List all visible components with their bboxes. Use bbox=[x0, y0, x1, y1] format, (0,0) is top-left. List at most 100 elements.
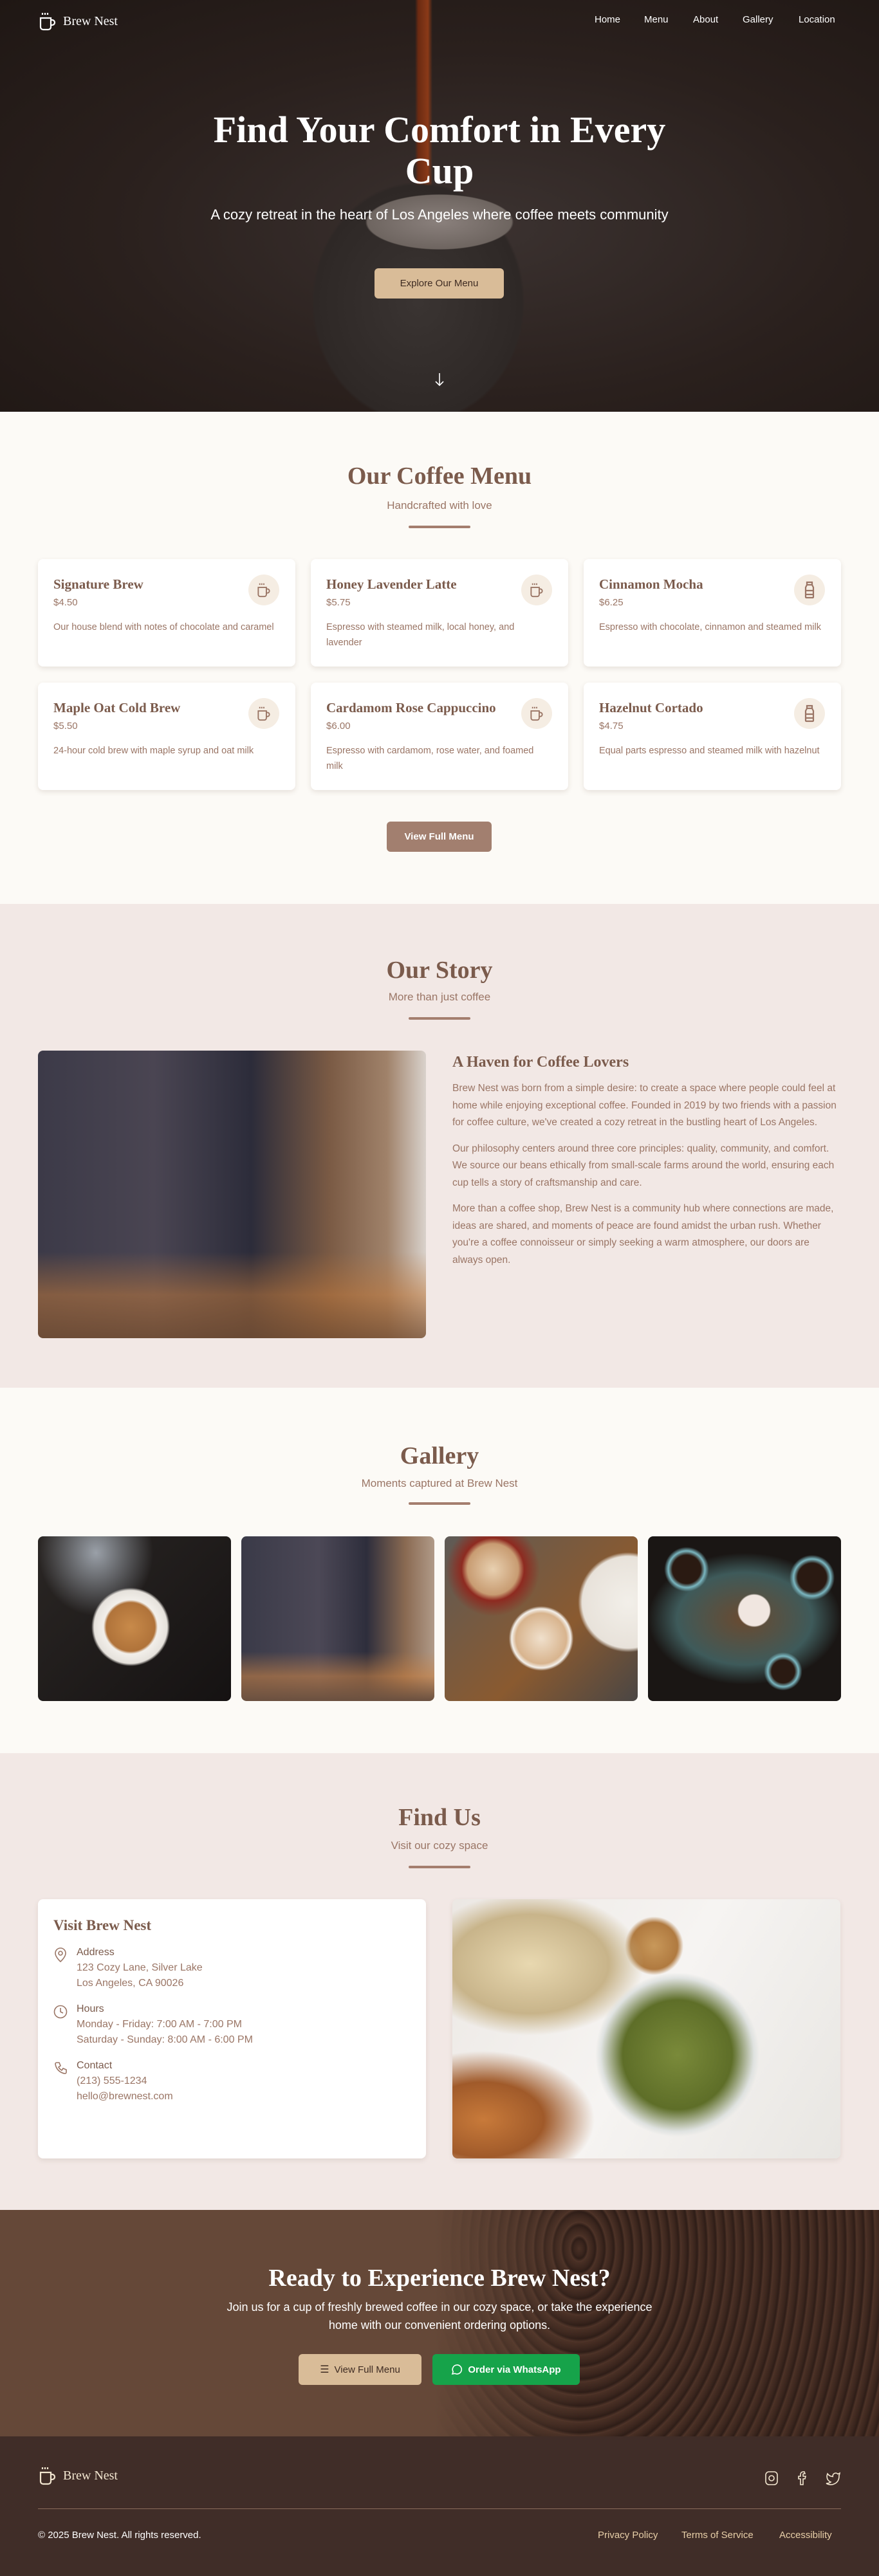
item-price: $4.50 bbox=[53, 597, 78, 608]
menu-card[interactable]: Cinnamon Mocha $6.25 Espresso with choco… bbox=[584, 559, 841, 667]
hours-line: Saturday - Sunday: 8:00 AM - 6:00 PM bbox=[77, 2034, 253, 2045]
cafe-storefront-image bbox=[38, 1051, 426, 1338]
terms-link[interactable]: Terms of Service bbox=[681, 2530, 754, 2541]
story-paragraph: Our philosophy centers around three core… bbox=[452, 1143, 835, 1188]
address-line: 123 Cozy Lane, Silver Lake bbox=[77, 1962, 203, 1973]
logo[interactable]: Brew Nest bbox=[39, 12, 118, 31]
item-name: Hazelnut Cortado bbox=[599, 700, 703, 715]
gallery-image-latte-art[interactable] bbox=[38, 1536, 231, 1701]
whatsapp-icon bbox=[452, 2364, 463, 2375]
card-title: Visit Brew Nest bbox=[53, 1917, 152, 1933]
item-price: $6.25 bbox=[599, 597, 624, 608]
section-title: Our Story bbox=[386, 957, 493, 984]
menu-card[interactable]: Cardamom Rose Cappuccino $6.00 Espresso … bbox=[311, 683, 568, 790]
nav-about[interactable]: About bbox=[693, 14, 718, 25]
gallery-image-cappuccinos[interactable] bbox=[445, 1536, 638, 1701]
menu-lines-icon: ☰ bbox=[320, 2364, 329, 2375]
explore-menu-button[interactable]: Explore Our Menu bbox=[375, 268, 504, 299]
item-description: Espresso with cardamom, rose water, and … bbox=[326, 746, 534, 771]
menu-card[interactable]: Signature Brew $4.50 Our house blend wit… bbox=[38, 559, 295, 667]
order-whatsapp-button[interactable]: Order via WhatsApp bbox=[432, 2354, 580, 2385]
facebook-icon[interactable] bbox=[797, 2470, 808, 2486]
contact-label: Contact bbox=[77, 2060, 113, 2071]
phone-number[interactable]: (213) 555-1234 bbox=[77, 2075, 147, 2087]
twitter-icon[interactable] bbox=[826, 2470, 841, 2486]
coffee-cup-icon bbox=[521, 698, 552, 729]
section-subtitle: Handcrafted with love bbox=[387, 499, 492, 511]
button-label: View Full Menu bbox=[334, 2364, 400, 2375]
item-price: $6.00 bbox=[326, 721, 351, 731]
map-pin-icon bbox=[55, 1947, 66, 1962]
menu-card[interactable]: Honey Lavender Latte $5.75 Espresso with… bbox=[311, 559, 568, 667]
section-title: Find Us bbox=[398, 1804, 481, 1831]
gallery-image-cafe[interactable] bbox=[241, 1536, 434, 1701]
item-name: Maple Oat Cold Brew bbox=[53, 700, 181, 715]
hours-line: Monday - Friday: 7:00 AM - 7:00 PM bbox=[77, 2019, 242, 2030]
cafe-food-image bbox=[452, 1899, 840, 2158]
item-description: Our house blend with notes of chocolate … bbox=[53, 622, 274, 632]
item-price: $5.75 bbox=[326, 597, 351, 608]
cta-title: Ready to Experience Brew Nest? bbox=[268, 2265, 611, 2292]
coffee-cup-icon bbox=[39, 13, 56, 31]
address-line: Los Angeles, CA 90026 bbox=[77, 1978, 184, 1989]
divider bbox=[409, 1502, 470, 1505]
milk-bottle-icon bbox=[794, 698, 825, 729]
hero-title: Find Your Comfort in Every Cup bbox=[213, 109, 666, 192]
view-full-menu-button[interactable]: View Full Menu bbox=[387, 822, 492, 852]
phone-icon bbox=[55, 2062, 67, 2074]
arrow-down-icon[interactable] bbox=[433, 372, 446, 387]
copyright: © 2025 Brew Nest. All rights reserved. bbox=[38, 2530, 201, 2541]
menu-card[interactable]: Hazelnut Cortado $4.75 Equal parts espre… bbox=[584, 683, 841, 790]
location-info-card: Visit Brew Nest Address 123 Cozy Lane, S… bbox=[38, 1899, 426, 2158]
story-section: Our Story More than just coffee A Haven … bbox=[0, 904, 879, 1388]
hours-label: Hours bbox=[77, 2003, 104, 2014]
item-price: $5.50 bbox=[53, 721, 78, 731]
coffee-cup-icon bbox=[521, 575, 552, 605]
nav-menu[interactable]: Menu bbox=[644, 14, 669, 25]
item-description: 24-hour cold brew with maple syrup and o… bbox=[53, 746, 254, 756]
find-us-section: Find Us Visit our cozy space Visit Brew … bbox=[0, 1753, 879, 2210]
footer-logo[interactable]: Brew Nest bbox=[39, 2466, 118, 2485]
gallery-image-table[interactable] bbox=[648, 1536, 841, 1701]
clock-icon bbox=[53, 2005, 68, 2019]
story-heading: A Haven for Coffee Lovers bbox=[452, 1054, 629, 1071]
story-text: A Haven for Coffee Lovers Brew Nest was … bbox=[452, 1051, 841, 1278]
hero-subtitle: A cozy retreat in the heart of Los Angel… bbox=[210, 207, 669, 223]
brand-name: Brew Nest bbox=[63, 2468, 118, 2483]
nav-location[interactable]: Location bbox=[799, 14, 835, 25]
menu-grid: Signature Brew $4.50 Our house blend wit… bbox=[38, 559, 841, 790]
coffee-cup-icon bbox=[39, 2467, 56, 2485]
coffee-cup-icon bbox=[248, 575, 279, 605]
section-title: Gallery bbox=[400, 1442, 479, 1469]
item-description: Espresso with steamed milk, local honey,… bbox=[326, 622, 515, 648]
instagram-icon[interactable] bbox=[764, 2470, 779, 2486]
privacy-policy-link[interactable]: Privacy Policy bbox=[598, 2530, 658, 2541]
story-paragraph: More than a coffee shop, Brew Nest is a … bbox=[452, 1203, 834, 1265]
divider bbox=[409, 1017, 470, 1020]
accessibility-link[interactable]: Accessibility bbox=[779, 2530, 832, 2541]
footer: Brew Nest © 2025 Brew Nest. All rights r… bbox=[0, 2436, 879, 2576]
item-price: $4.75 bbox=[599, 721, 624, 731]
item-name: Cinnamon Mocha bbox=[599, 576, 703, 592]
section-subtitle: Moments captured at Brew Nest bbox=[361, 1477, 518, 1489]
item-name: Signature Brew bbox=[53, 576, 143, 592]
email-address[interactable]: hello@brewnest.com bbox=[77, 2091, 173, 2102]
address-label: Address bbox=[77, 1947, 115, 1958]
nav-home[interactable]: Home bbox=[595, 14, 620, 25]
nav-gallery[interactable]: Gallery bbox=[743, 14, 773, 25]
brand-name: Brew Nest bbox=[63, 14, 118, 28]
item-name: Cardamom Rose Cappuccino bbox=[326, 700, 496, 715]
coffee-cup-icon bbox=[248, 698, 279, 729]
milk-bottle-icon bbox=[794, 575, 825, 605]
hero-section: Brew Nest Home Menu About Gallery Locati… bbox=[0, 0, 879, 412]
menu-section: Our Coffee Menu Handcrafted with love Si… bbox=[0, 412, 879, 904]
button-label: Order via WhatsApp bbox=[468, 2364, 561, 2375]
view-full-menu-button[interactable]: ☰ View Full Menu bbox=[299, 2354, 421, 2385]
section-subtitle: More than just coffee bbox=[388, 991, 491, 1003]
story-paragraph: Brew Nest was born from a simple desire:… bbox=[452, 1083, 837, 1128]
section-title: Our Coffee Menu bbox=[347, 463, 532, 490]
footer-divider bbox=[38, 2508, 841, 2509]
menu-card[interactable]: Maple Oat Cold Brew $5.50 24-hour cold b… bbox=[38, 683, 295, 790]
cta-text: Join us for a cup of freshly brewed coff… bbox=[227, 2301, 652, 2332]
divider bbox=[409, 1866, 470, 1868]
